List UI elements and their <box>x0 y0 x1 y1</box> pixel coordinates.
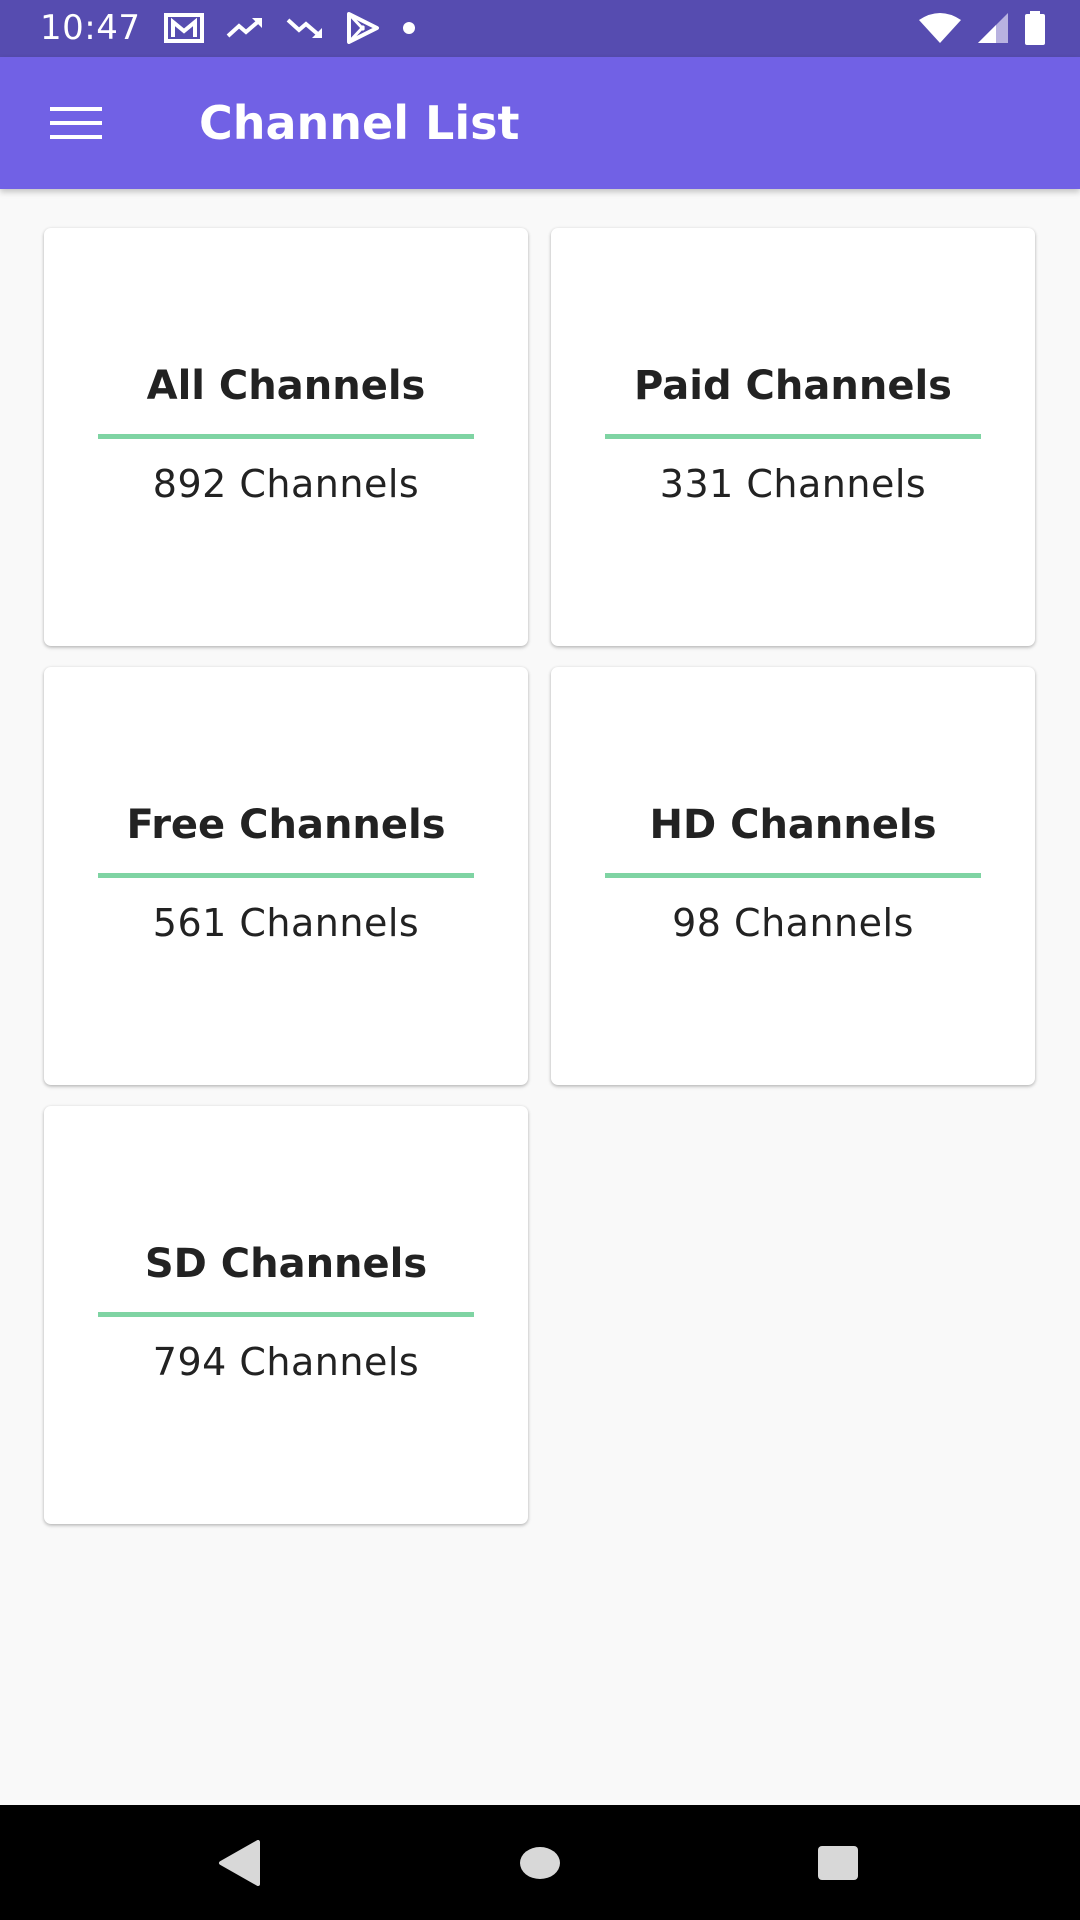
status-time: 10:47 <box>40 8 141 48</box>
card-title: Paid Channels <box>634 363 952 409</box>
card-count: 892 Channels <box>152 462 420 506</box>
gmail-icon <box>164 13 204 43</box>
recents-button[interactable] <box>808 1833 868 1893</box>
system-nav-bar <box>0 1805 1080 1920</box>
wifi-icon <box>919 13 961 43</box>
card-hd-channels[interactable]: HD Channels 98 Channels <box>551 667 1035 1085</box>
card-divider <box>605 434 981 439</box>
status-system-icons <box>918 10 1046 46</box>
card-sd-channels[interactable]: SD Channels 794 Channels <box>44 1106 528 1524</box>
card-count: 794 Channels <box>152 1340 420 1384</box>
home-icon <box>520 1847 560 1879</box>
card-count: 98 Channels <box>672 901 914 945</box>
back-button[interactable] <box>210 1833 270 1893</box>
card-free-channels[interactable]: Free Channels 561 Channels <box>44 667 528 1085</box>
home-button[interactable] <box>510 1833 570 1893</box>
card-title: All Channels <box>146 363 426 409</box>
status-bar: 10:47 <box>0 0 1080 57</box>
card-divider <box>605 873 981 878</box>
card-count: 331 Channels <box>659 462 927 506</box>
menu-button[interactable] <box>36 87 116 159</box>
page-title: Channel List <box>199 96 520 150</box>
trending-up-icon <box>226 18 262 38</box>
card-title: HD Channels <box>649 802 937 848</box>
card-title: Free Channels <box>126 802 446 848</box>
status-notification-icons <box>164 10 416 46</box>
card-divider <box>98 1312 474 1317</box>
card-paid-channels[interactable]: Paid Channels 331 Channels <box>551 228 1035 646</box>
play-store-icon <box>347 12 379 44</box>
recents-icon <box>818 1846 858 1880</box>
battery-icon <box>1025 11 1045 45</box>
notification-dot-icon <box>403 22 415 34</box>
card-count: 561 Channels <box>152 901 420 945</box>
cell-signal-icon <box>978 13 1008 43</box>
hamburger-menu-icon <box>50 107 102 139</box>
card-title: SD Channels <box>144 1241 428 1287</box>
card-all-channels[interactable]: All Channels 892 Channels <box>44 228 528 646</box>
app-bar: Channel List <box>0 57 1080 189</box>
card-divider <box>98 873 474 878</box>
card-divider <box>98 434 474 439</box>
trending-down-icon <box>286 18 322 38</box>
back-icon <box>219 1840 260 1886</box>
